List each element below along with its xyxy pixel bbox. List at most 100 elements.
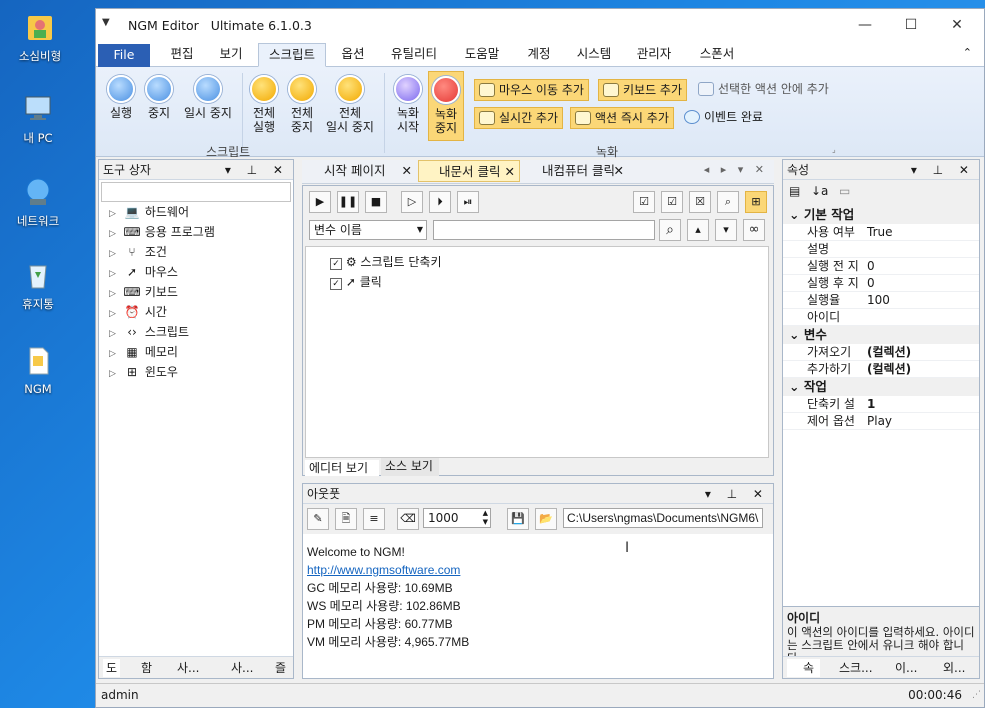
toolbox-item-window[interactable]: ▷ ⊞ 윈도우 <box>109 362 178 382</box>
tab-options[interactable]: 옵션 <box>330 43 376 67</box>
infinite-loop-button[interactable]: ∞ <box>743 219 765 241</box>
panel-controls[interactable]: ▾ ⊥ ✕ <box>705 484 769 504</box>
tab-my-computer-click[interactable]: 내컴퓨터 클릭 ✕ <box>522 160 628 182</box>
run-script-button[interactable]: ▶ <box>309 191 331 213</box>
expand-arrow-icon[interactable]: ▷ <box>109 344 123 364</box>
uncheck-button[interactable]: ☒ <box>689 191 711 213</box>
run-button[interactable]: 실행 <box>104 75 138 120</box>
tab-toolbox[interactable]: 도 <box>103 659 121 677</box>
pause-all-button[interactable]: 전체 일시 중지 <box>322 75 378 134</box>
eraser-icon[interactable]: ⌫ <box>397 508 419 530</box>
panel-controls[interactable]: ▾ ⊥ ✕ <box>911 160 975 180</box>
tab-help[interactable]: 도움말 <box>454 43 510 67</box>
expand-arrow-icon[interactable]: ▷ <box>109 204 123 224</box>
tab-start-page[interactable]: 시작 페이지 ✕ <box>304 160 416 182</box>
check-button[interactable]: ☑ <box>661 191 683 213</box>
close-button[interactable]: ✕ <box>934 9 980 41</box>
tab-images[interactable]: 이... <box>881 659 917 677</box>
search-icon[interactable]: ⌕ <box>659 219 681 241</box>
tab-admin[interactable]: 관리자 <box>628 43 680 67</box>
property-pages-icon[interactable]: ▭ <box>839 184 850 198</box>
tab-script[interactable]: 스크립트 <box>258 43 326 67</box>
tab-overflow-icon[interactable]: ◂ ▸ ▾ ✕ <box>704 163 768 176</box>
checkbox-checked-icon[interactable]: ✓ <box>330 278 342 290</box>
script-item[interactable]: ✓ ⚙ 스크립트 단축키 <box>330 253 442 270</box>
tab-editor-view[interactable]: 에디터 보기 <box>305 460 379 476</box>
tab-view[interactable]: 보기 <box>208 43 254 67</box>
add-mouse-move-button[interactable]: 마우스 이동 추가 <box>474 79 589 101</box>
sort-alpha-icon[interactable]: ↓a <box>811 184 828 198</box>
toolbox-item-mouse[interactable]: ▷ ➚ 마우스 <box>109 262 178 282</box>
toolbox-item-script[interactable]: ▷ ‹› 스크립트 <box>109 322 189 342</box>
script-item[interactable]: ✓ ➚ 클릭 <box>330 273 382 290</box>
category-variables[interactable]: ⌄ 변수 <box>783 326 979 344</box>
desktop-icon-ngm[interactable]: NGM <box>0 344 76 396</box>
save-icon[interactable]: 💾 <box>507 508 529 530</box>
tab-my-documents-click[interactable]: 내문서 클릭 ✕ <box>418 160 520 182</box>
tab-sponsor[interactable]: 스폰서 <box>688 43 746 67</box>
step-over-button[interactable]: ⏯ <box>457 191 479 213</box>
desktop-icon-user-folder[interactable]: 소심비형 <box>2 10 78 64</box>
expand-arrow-icon[interactable]: ▷ <box>109 264 123 284</box>
property-row[interactable]: 실행 후 지0 <box>783 275 979 292</box>
record-stop-button[interactable]: 녹화 중지 <box>428 71 464 141</box>
property-row[interactable]: 제어 옵션 Play <box>783 413 979 430</box>
event-complete-button[interactable]: 이벤트 완료 <box>680 107 767 129</box>
checkbox-checked-icon[interactable]: ✓ <box>330 258 342 270</box>
close-tab-icon[interactable]: ✕ <box>614 160 624 182</box>
tab-file[interactable]: File <box>98 44 150 67</box>
tab-user-functions[interactable]: 사... <box>231 659 253 677</box>
tab-favorites[interactable]: 즐 <box>275 659 286 677</box>
resize-grip-icon[interactable]: ⋰ <box>972 684 981 706</box>
maximize-button[interactable]: ☐ <box>888 9 934 41</box>
variable-search-input[interactable] <box>433 220 655 240</box>
add-action-instantly-button[interactable]: 액션 즉시 추가 <box>570 107 674 129</box>
desktop-icon-network[interactable]: 네트워크 <box>0 175 76 229</box>
toolbox-item-time[interactable]: ▷ ⏰ 시간 <box>109 302 167 322</box>
ribbon-group-expand-icon[interactable]: ⌟ <box>832 145 836 154</box>
variable-name-select[interactable]: 변수 이름 ▼ <box>309 220 427 240</box>
desktop-icon-computer[interactable]: 내 PC <box>0 92 76 146</box>
move-down-button[interactable]: ▾ <box>715 219 737 241</box>
toolbox-item-keyboard[interactable]: ▷ ⌨ 키보드 <box>109 282 178 302</box>
toolbox-item-hardware[interactable]: ▷ 💻 하드웨어 <box>109 202 189 222</box>
move-up-button[interactable]: ▴ <box>687 219 709 241</box>
stop-script-button[interactable]: ■ <box>365 191 387 213</box>
property-row[interactable]: 실행 전 지0 <box>783 258 979 275</box>
step-button[interactable]: ▷ <box>401 191 423 213</box>
expand-arrow-icon[interactable]: ▷ <box>109 224 123 244</box>
panel-controls[interactable]: ▾ ⊥ ✕ <box>225 160 289 180</box>
minimize-button[interactable]: — <box>842 9 888 41</box>
tab-utility[interactable]: 유틸리티 <box>382 43 446 67</box>
search-button[interactable]: ⌕ <box>717 191 739 213</box>
close-tab-icon[interactable]: ✕ <box>402 160 412 182</box>
tab-external[interactable]: 외... <box>925 659 965 677</box>
pause-script-button[interactable]: ❚❚ <box>337 191 359 213</box>
categorized-icon[interactable]: ▤ <box>789 184 800 198</box>
expand-arrow-icon[interactable]: ▷ <box>109 364 123 384</box>
step-into-button[interactable]: ⏵ <box>429 191 451 213</box>
close-tab-icon[interactable]: ✕ <box>505 161 515 183</box>
add-realtime-button[interactable]: 실시간 추가 <box>474 107 564 129</box>
category-basic-task[interactable]: ⌄ 기본 작업 <box>783 206 979 224</box>
property-row[interactable]: 설명 <box>783 241 979 258</box>
toolbox-item-application[interactable]: ▷ ⌨ 응용 프로그램 <box>109 222 215 242</box>
category-task[interactable]: ⌄ 작업 <box>783 378 979 396</box>
stop-all-button[interactable]: 전체 중지 <box>284 75 320 134</box>
log-file-icon[interactable]: 🗎 <box>335 508 357 530</box>
interval-stepper[interactable]: 1000 ▲ ▼ <box>423 508 491 528</box>
run-all-button[interactable]: 전체 실행 <box>246 75 282 134</box>
tab-user[interactable]: 사... <box>177 659 199 677</box>
property-row[interactable]: 사용 여부 True <box>783 224 979 241</box>
record-start-button[interactable]: 녹화 시작 <box>390 75 426 134</box>
tab-properties[interactable]: 속 <box>787 659 821 677</box>
expand-arrow-icon[interactable]: ▷ <box>109 324 123 344</box>
quick-access-menu-icon[interactable]: ▼ <box>102 17 110 28</box>
check-all-button[interactable]: ☑ <box>633 191 655 213</box>
list-icon[interactable]: ≡ <box>363 508 385 530</box>
expand-arrow-icon[interactable]: ▷ <box>109 304 123 324</box>
spin-icon[interactable]: ▲ ▼ <box>483 509 488 527</box>
tree-view-button[interactable]: ⊞ <box>745 191 767 213</box>
expand-arrow-icon[interactable]: ▷ <box>109 284 123 304</box>
property-row[interactable]: 가져오기 (컬렉션) <box>783 344 979 361</box>
